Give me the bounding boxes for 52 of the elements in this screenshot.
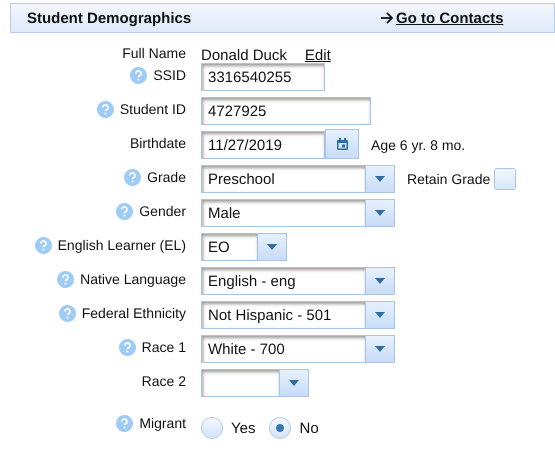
- contacts-link[interactable]: Go to Contacts: [381, 10, 504, 26]
- help-icon[interactable]: [130, 66, 148, 84]
- help-icon[interactable]: [116, 414, 134, 432]
- field-label: Birthdate: [130, 135, 186, 151]
- dropdown[interactable]: White - 700: [201, 335, 395, 363]
- caret-icon: [375, 210, 385, 216]
- date-field[interactable]: 11/27/2019: [201, 131, 325, 159]
- field-label: Migrant: [139, 415, 186, 431]
- field-label: Federal Ethnicity: [82, 305, 186, 321]
- arrow-icon: [381, 12, 394, 24]
- calendar-button[interactable]: [325, 129, 359, 159]
- field-label: Race 1: [142, 339, 186, 355]
- radio-button[interactable]: [269, 417, 292, 439]
- checkbox[interactable]: [494, 168, 516, 190]
- caret-icon: [375, 176, 385, 182]
- dropdown[interactable]: Not Hispanic - 501: [201, 301, 395, 329]
- caret-icon: [267, 244, 277, 250]
- field-label: Grade: [147, 169, 186, 185]
- section-title: Student Demographics: [27, 10, 192, 26]
- dropdown[interactable]: EO: [201, 233, 287, 261]
- field-label: Gender: [139, 203, 186, 219]
- text-field[interactable]: 4727925: [201, 97, 371, 125]
- radio-button[interactable]: [201, 417, 223, 439]
- help-icon[interactable]: [118, 338, 136, 356]
- help-icon[interactable]: [116, 202, 134, 220]
- help-icon[interactable]: [96, 100, 114, 118]
- radio-label: Yes: [231, 420, 256, 436]
- field-label: Full Name: [122, 45, 186, 61]
- student-name: Donald Duck: [201, 46, 287, 64]
- checkbox-label: Retain Grade: [407, 171, 490, 187]
- radio-label: No: [299, 420, 319, 436]
- edit-link[interactable]: Edit: [304, 46, 331, 64]
- help-icon[interactable]: [34, 236, 52, 254]
- text-field[interactable]: 3316540255: [201, 63, 325, 91]
- field-label: SSID: [153, 67, 186, 83]
- field-label: English Learner (EL): [58, 237, 186, 253]
- dropdown[interactable]: Preschool: [201, 165, 395, 193]
- help-icon[interactable]: [124, 168, 142, 186]
- dropdown[interactable]: [201, 369, 309, 397]
- dropdown[interactable]: English - eng: [201, 267, 395, 295]
- field-label: Native Language: [80, 271, 186, 287]
- age-text: Age 6 yr. 8 mo.: [371, 137, 466, 153]
- field-label: Race 2: [142, 373, 186, 389]
- caret-icon: [289, 380, 299, 386]
- caret-icon: [375, 312, 385, 318]
- help-icon[interactable]: [57, 270, 74, 288]
- caret-icon: [375, 346, 385, 352]
- field-label: Student ID: [120, 101, 186, 117]
- caret-icon: [375, 278, 385, 284]
- help-icon[interactable]: [58, 304, 76, 322]
- calendar-icon: [336, 138, 348, 150]
- dropdown[interactable]: Male: [201, 199, 395, 227]
